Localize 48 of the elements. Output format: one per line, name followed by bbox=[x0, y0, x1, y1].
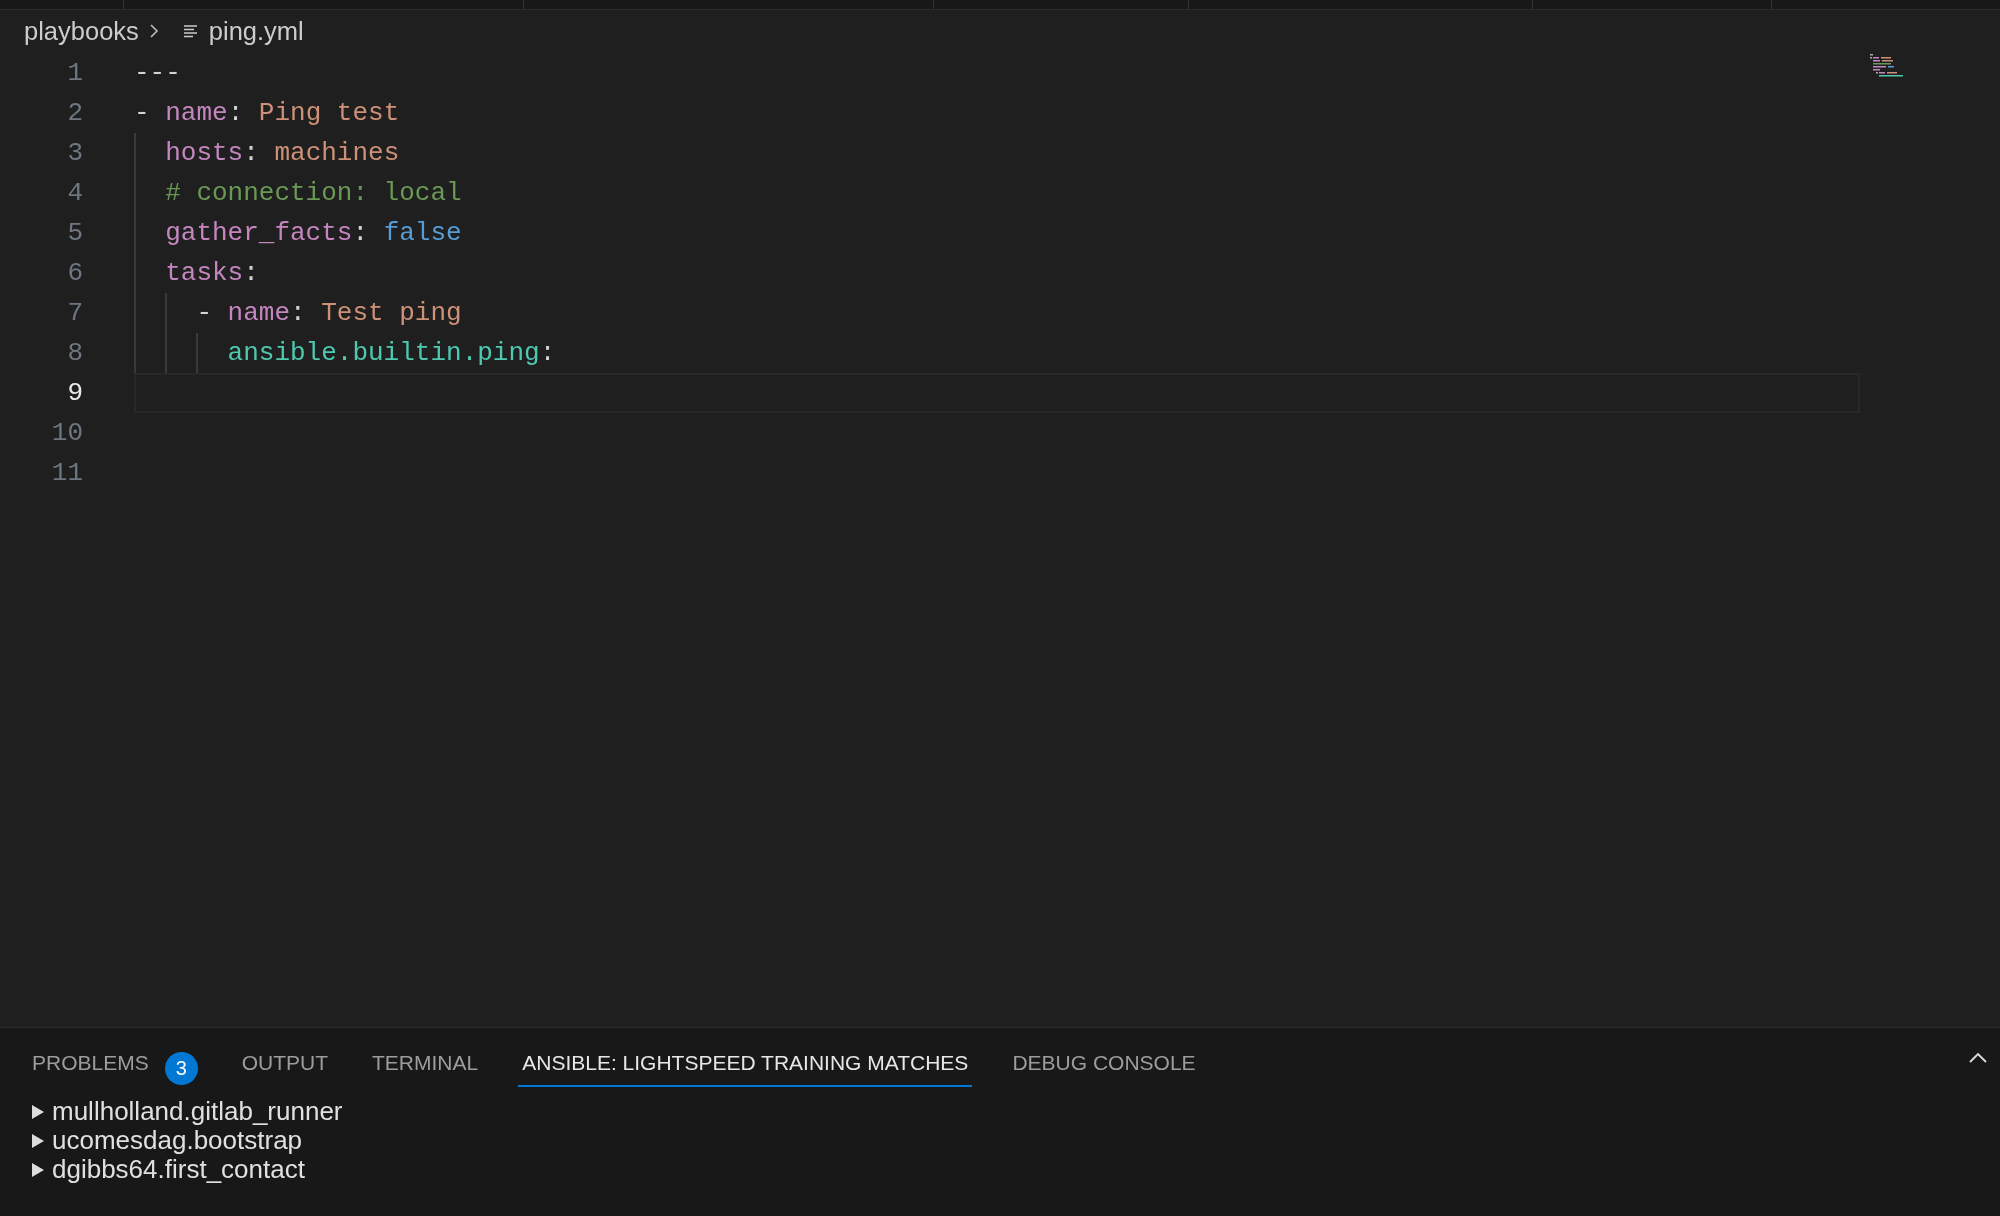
code-text: : bbox=[243, 138, 260, 168]
module-name: ansible.builtin.ping bbox=[227, 338, 540, 368]
chevron-up-icon[interactable] bbox=[1968, 1052, 1988, 1064]
panel-tab[interactable]: OUTPUT bbox=[237, 1051, 333, 1087]
problem-count-badge: 3 bbox=[164, 1051, 198, 1085]
line-number: 9 bbox=[66, 378, 83, 408]
line-number: 6 bbox=[66, 258, 83, 288]
yaml-key: name bbox=[227, 298, 291, 328]
code-text: : bbox=[539, 338, 556, 368]
tree-item[interactable]: dgibbs64.first_contact bbox=[52, 1154, 305, 1185]
text-file-icon bbox=[182, 23, 199, 39]
yaml-value: Ping test bbox=[258, 98, 400, 128]
line-number: 5 bbox=[66, 218, 83, 248]
yaml-key: tasks bbox=[165, 258, 244, 288]
line-number: 3 bbox=[66, 138, 83, 168]
triangle-right-icon[interactable] bbox=[31, 1132, 45, 1149]
code-text: : bbox=[290, 298, 307, 328]
triangle-right-icon[interactable] bbox=[31, 1103, 45, 1120]
yaml-key: name bbox=[165, 98, 228, 128]
panel-tab[interactable]: DEBUG CONSOLE bbox=[1008, 1051, 1200, 1087]
code-text: : bbox=[227, 98, 245, 128]
tree-item[interactable]: mullholland.gitlab_runner bbox=[52, 1096, 343, 1127]
panel-tab[interactable]: TERMINAL bbox=[368, 1051, 483, 1087]
triangle-right-icon[interactable] bbox=[31, 1161, 45, 1178]
yaml-value: false bbox=[383, 218, 462, 248]
line-number: 7 bbox=[66, 298, 83, 328]
line-number: 2 bbox=[66, 98, 83, 128]
tree-item[interactable]: ucomesdag.bootstrap bbox=[52, 1125, 303, 1156]
code-text: : bbox=[243, 258, 259, 288]
code-text: --- bbox=[134, 58, 181, 88]
yaml-value: machines bbox=[274, 138, 400, 168]
code-text: : bbox=[352, 218, 370, 248]
code-text: - bbox=[196, 298, 213, 328]
yaml-key: hosts bbox=[165, 138, 244, 168]
line-number: 8 bbox=[66, 338, 83, 368]
yaml-value: Test ping bbox=[321, 298, 462, 328]
breadcrumb-folder[interactable]: playbooks bbox=[24, 16, 139, 46]
code-comment: # connection: local bbox=[165, 178, 462, 208]
breadcrumb-file[interactable]: ping.yml bbox=[208, 16, 304, 46]
yaml-key: gather_facts bbox=[165, 218, 353, 248]
chevron-right-icon bbox=[148, 23, 159, 39]
line-number: 4 bbox=[66, 178, 83, 208]
panel-tab[interactable]: ANSIBLE: LIGHTSPEED TRAINING MATCHES bbox=[518, 1051, 973, 1087]
line-number: 11 bbox=[50, 458, 83, 488]
line-number: 10 bbox=[50, 418, 83, 448]
code-text: - bbox=[134, 98, 151, 128]
line-number: 1 bbox=[66, 58, 83, 88]
panel-tab[interactable]: PROBLEMS 3 bbox=[28, 1051, 202, 1087]
